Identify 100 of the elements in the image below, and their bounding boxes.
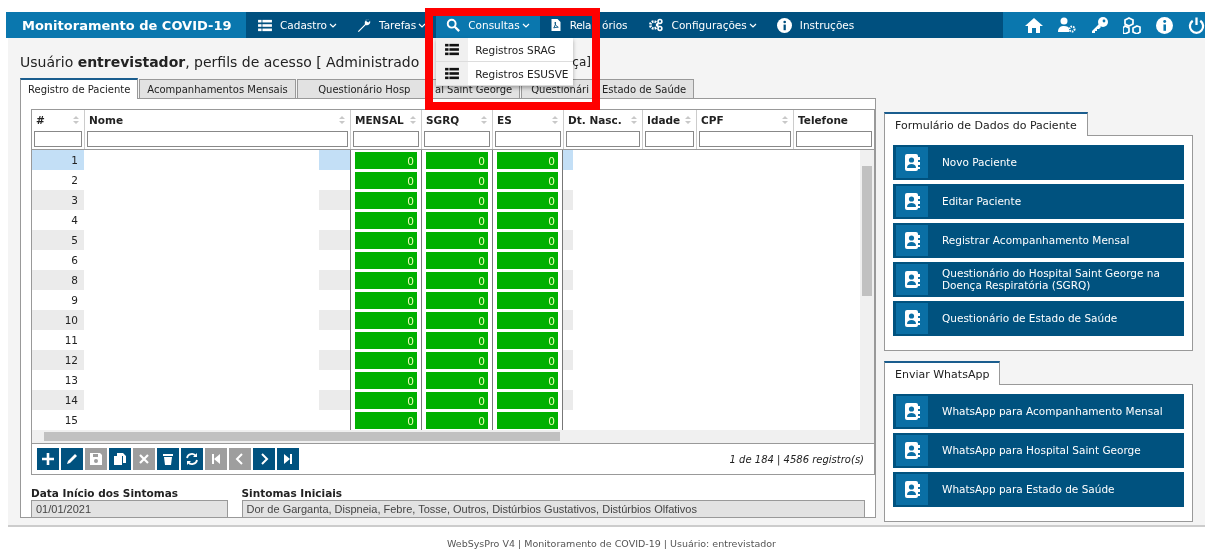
cubes-icon[interactable]	[1123, 16, 1141, 34]
column-header[interactable]: ES	[497, 113, 512, 126]
score-cell: 0	[426, 172, 488, 189]
row-number: 4	[70, 213, 79, 228]
row-selection-stripe	[319, 150, 350, 170]
action-button[interactable]: Editar Paciente	[893, 184, 1184, 219]
score-cell: 0	[497, 152, 558, 169]
key-icon[interactable]	[1091, 16, 1108, 34]
contact-card-icon	[903, 480, 921, 499]
edit-button[interactable]	[61, 448, 83, 470]
action-button[interactable]: Questionário de Estado de Saúde	[893, 301, 1184, 336]
copy-button[interactable]	[109, 448, 131, 470]
filter-field[interactable]	[566, 131, 640, 147]
menu-item[interactable]: Configurações	[637, 12, 767, 38]
column-header[interactable]: Idade	[647, 113, 681, 126]
dropdown-item[interactable]: Registros SRAG	[436, 38, 574, 62]
vertical-scrollbar[interactable]	[860, 150, 874, 430]
list-icon	[445, 43, 460, 56]
field-label: Sintomas Iniciais	[241, 487, 344, 499]
wrench-icon	[356, 18, 371, 32]
pdf-file-icon	[549, 18, 562, 32]
home-icon[interactable]	[1025, 17, 1043, 33]
menu-item[interactable]: Cadastro	[248, 12, 347, 38]
score-cell: 0	[497, 412, 558, 429]
readonly-field[interactable]: Dor de Garganta, Dispneia, Febre, Tosse, Outros, Distúrbios Gustativos, Distúrbios Olfativos	[241, 500, 865, 518]
filter-field[interactable]	[424, 131, 490, 147]
filter-field[interactable]	[353, 131, 419, 147]
tab[interactable]: Registro de Paciente	[20, 78, 139, 99]
skip-first-icon	[209, 452, 223, 466]
row-number: 15	[63, 413, 79, 428]
action-button[interactable]: WhatsApp para Estado de Saúde	[893, 472, 1184, 507]
column-header[interactable]: Telefone	[798, 113, 848, 126]
row-number: 9	[70, 293, 79, 308]
next-button[interactable]	[253, 448, 275, 470]
score-cell: 0	[497, 392, 558, 409]
power-icon[interactable]	[1188, 16, 1205, 34]
score-cell: 0	[355, 172, 417, 189]
pager-text: 1 de 184 | 4586 registro(s)	[729, 453, 865, 465]
heading-fragment: ça]	[572, 55, 591, 69]
score-cell: 0	[426, 392, 488, 409]
filter-field[interactable]	[699, 131, 791, 147]
row-stripe	[563, 310, 573, 330]
score-cell: 0	[497, 372, 558, 389]
filter-field[interactable]	[645, 131, 694, 147]
menu-item[interactable]: Rela órios	[539, 12, 638, 38]
action-button[interactable]: Registrar Acompanhamento Mensal	[893, 223, 1184, 258]
action-button[interactable]: Questionário do Hospital Saint George na Doença Respiratória (SGRQ)	[893, 262, 1184, 297]
delete-button[interactable]	[157, 448, 179, 470]
refresh-button[interactable]	[181, 448, 203, 470]
sort-icon	[630, 114, 638, 125]
tab[interactable]: Acompanhamentos Mensais	[139, 79, 296, 98]
add-button[interactable]	[37, 448, 59, 470]
score-cell: 0	[426, 212, 488, 229]
score-cell: 0	[355, 332, 417, 349]
sort-icon	[781, 114, 789, 125]
column-header[interactable]: Nome	[89, 113, 124, 126]
contact-card-icon	[903, 192, 921, 211]
filter-field[interactable]	[34, 131, 82, 147]
column-header[interactable]: #	[36, 113, 45, 126]
action-button[interactable]: WhatsApp para Acompanhamento Mensal	[893, 394, 1184, 429]
column-header[interactable]: MENSAL	[355, 113, 404, 126]
filter-field[interactable]	[495, 131, 561, 147]
filter-field[interactable]	[796, 131, 872, 147]
info-icon[interactable]	[1156, 16, 1173, 34]
panel-title: Enviar WhatsApp	[884, 361, 1001, 385]
column-header[interactable]: CPF	[701, 113, 724, 126]
contact-card-icon	[903, 231, 921, 250]
action-button[interactable]: Novo Paciente	[893, 145, 1184, 180]
contact-card-icon	[903, 402, 921, 421]
score-cell: 0	[355, 312, 417, 329]
score-cell: 0	[355, 372, 417, 389]
menu-item[interactable]: Instruções	[766, 12, 865, 38]
score-cell: 0	[426, 272, 488, 289]
row-number: 13	[63, 373, 79, 388]
row-number: 2	[70, 173, 79, 188]
score-cell: 0	[426, 352, 488, 369]
score-cell: 0	[497, 212, 558, 229]
row-selection-stripe	[563, 150, 573, 170]
filter-field[interactable]	[87, 131, 348, 147]
last-button[interactable]	[277, 448, 299, 470]
row-number: 3	[32, 190, 84, 210]
score-cell: 0	[497, 252, 558, 269]
score-cell: 0	[355, 232, 417, 249]
action-button[interactable]: WhatsApp para Hospital Saint George	[893, 433, 1184, 468]
column-header[interactable]: SGRQ	[426, 113, 460, 126]
score-cell: 0	[426, 292, 488, 309]
sort-icon	[551, 114, 559, 125]
row-stripe	[319, 230, 350, 250]
horizontal-scrollbar[interactable]	[32, 430, 874, 443]
contact-card-icon	[903, 441, 921, 460]
score-cell: 0	[355, 412, 417, 429]
footer-text: WebSysPro V4 | Monitoramento de COVID-19 | Usuário: entrevistador	[447, 538, 776, 549]
info-icon	[776, 17, 792, 33]
user-settings-icon[interactable]	[1058, 17, 1076, 33]
sort-icon	[409, 114, 417, 125]
score-cell: 0	[497, 312, 558, 329]
readonly-field[interactable]: 01/01/2021	[31, 500, 228, 518]
row-stripe	[563, 270, 573, 290]
column-header[interactable]: Dt. Nasc.	[568, 113, 622, 126]
search-icon	[446, 18, 461, 32]
